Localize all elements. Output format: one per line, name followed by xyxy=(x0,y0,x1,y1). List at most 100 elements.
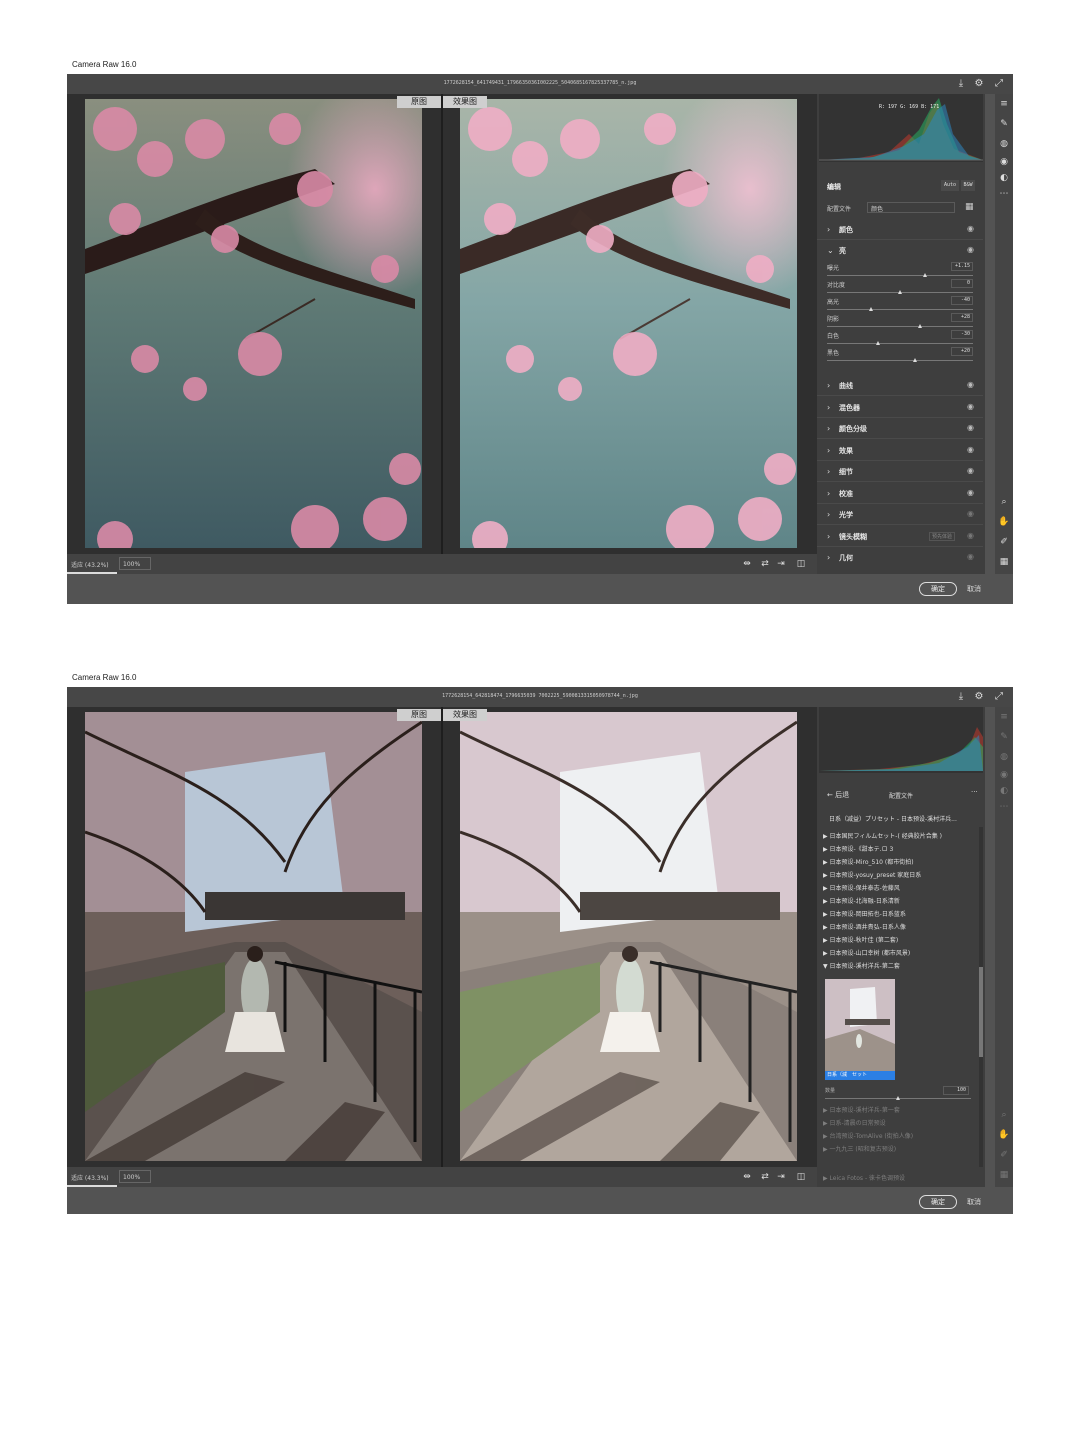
slider-row[interactable]: 曝光 +1.15 xyxy=(827,262,973,280)
preset-group[interactable]: ▶ 日本预设-秋叶佳 (第二套) xyxy=(823,935,979,944)
section-lens-blur[interactable]: › 镜头模糊 预先体验 ◉ xyxy=(817,527,983,547)
before-after-icon[interactable]: ◫ xyxy=(795,1171,807,1183)
red-eye-icon[interactable]: ◉ xyxy=(998,156,1010,168)
eye-icon[interactable]: ◉ xyxy=(967,509,974,518)
section-curve[interactable]: › 曲线 ◉ xyxy=(817,376,983,396)
ok-button[interactable]: 确定 xyxy=(919,1195,957,1209)
slider-row[interactable]: 黑色 +20 xyxy=(827,347,973,365)
before-after-icon[interactable]: ◫ xyxy=(795,558,807,570)
section-calibration[interactable]: › 校准 ◉ xyxy=(817,484,983,504)
more-icon[interactable]: ⋯ xyxy=(998,188,1010,200)
section-geometry[interactable]: › 几何 ◉ xyxy=(817,548,983,568)
preset-group[interactable]: ▼ 日本预设-溪村洋兵-第二套 xyxy=(823,961,979,970)
slider-handle[interactable] xyxy=(922,273,927,277)
eye-icon[interactable]: ◉ xyxy=(967,445,974,454)
slider-value[interactable]: +28 xyxy=(951,313,973,322)
preset-thumbnail[interactable] xyxy=(825,979,895,1079)
compare-mode-icon[interactable]: ⇹ xyxy=(741,1171,753,1183)
preset-group[interactable]: ▶ 日本预设-Miro_510 (都市街拍) xyxy=(823,857,979,866)
more-icon[interactable]: ⋯ xyxy=(998,801,1010,813)
preset-group[interactable]: ▶ 日本预设-北海融-日系清新 xyxy=(823,896,979,905)
before-toggle[interactable]: 原图 xyxy=(397,709,441,721)
slider-row[interactable]: 高光 -40 xyxy=(827,296,973,314)
slider-value[interactable]: +20 xyxy=(951,347,973,356)
section-effects[interactable]: › 效果 ◉ xyxy=(817,441,983,461)
section-color-grading[interactable]: › 颜色分级 ◉ xyxy=(817,419,983,439)
amount-slider[interactable]: 数量 100 xyxy=(825,1086,975,1101)
zoom-select[interactable]: 100% xyxy=(119,1170,151,1183)
zoom-select[interactable]: 100% xyxy=(119,557,151,570)
hand-icon[interactable]: ✋ xyxy=(998,516,1010,528)
profile-select[interactable]: 颜色 xyxy=(867,202,955,213)
grid-icon[interactable]: ▦ xyxy=(998,556,1010,568)
preset-group[interactable]: ▶ 日本预设-岡田拓也-日系蓝系 xyxy=(823,909,979,918)
slider-value[interactable]: 0 xyxy=(951,279,973,288)
preset-group[interactable]: ▶ 日本预设-保井泰志-佐藤风 xyxy=(823,883,979,892)
slider-handle[interactable] xyxy=(868,307,873,311)
eye-icon[interactable]: ◉ xyxy=(967,224,974,233)
slider-track[interactable] xyxy=(827,360,973,361)
eye-icon[interactable]: ◉ xyxy=(967,245,974,254)
preset-group[interactable]: ▶ 台湾预设-TomAlive (街拍人像) xyxy=(823,1131,979,1140)
slider-value[interactable]: +1.15 xyxy=(951,262,973,271)
profile-browser-icon[interactable]: ▦ xyxy=(965,202,974,212)
slider-track[interactable] xyxy=(827,343,973,344)
cancel-button[interactable]: 取消 xyxy=(967,1197,981,1207)
after-toggle[interactable]: 效果图 xyxy=(443,96,487,108)
slider-handle[interactable] xyxy=(912,358,917,362)
section-detail[interactable]: › 细节 ◉ xyxy=(817,462,983,482)
sampler-icon[interactable]: ✐ xyxy=(998,536,1010,548)
slider-handle[interactable] xyxy=(896,1096,900,1100)
preset-group[interactable]: ▶ 日本预设-溪村洋兵-第一套 xyxy=(823,1105,979,1114)
masking-icon[interactable]: ◍ xyxy=(998,751,1010,763)
copy-settings-icon[interactable]: ⇥ xyxy=(775,558,787,570)
compare-mode-icon[interactable]: ⇹ xyxy=(741,558,753,570)
section-mixer[interactable]: › 混色器 ◉ xyxy=(817,398,983,418)
slider-handle[interactable] xyxy=(898,290,902,294)
section-light[interactable]: ⌄ 亮 ◉ xyxy=(817,241,983,261)
section-optics[interactable]: › 光学 ◉ xyxy=(817,505,983,525)
red-eye-icon[interactable]: ◉ xyxy=(998,769,1010,781)
eye-icon[interactable]: ◉ xyxy=(967,402,974,411)
fullscreen-icon[interactable]: ⤢ xyxy=(993,691,1005,703)
slider-track[interactable] xyxy=(827,309,973,310)
healing-icon[interactable]: ✎ xyxy=(998,118,1010,130)
save-icon[interactable]: ⤓ xyxy=(955,691,967,703)
preset-group[interactable]: ▶ 日本预设-山口幸树 (都市风景) xyxy=(823,948,979,957)
amount-value[interactable]: 100 xyxy=(943,1086,969,1095)
compare-divider[interactable] xyxy=(441,707,443,1167)
healing-icon[interactable]: ✎ xyxy=(998,731,1010,743)
zoom-icon[interactable]: ⌕ xyxy=(998,496,1010,508)
cancel-button[interactable]: 取消 xyxy=(967,584,981,594)
preset-group[interactable]: ▶ 日本预设-yosuy_preset 家庭日系 xyxy=(823,870,979,879)
eye-icon[interactable]: ◉ xyxy=(967,423,974,432)
slider-row[interactable]: 阴影 +28 xyxy=(827,313,973,331)
eye-icon[interactable]: ◉ xyxy=(967,466,974,475)
section-color[interactable]: › 颜色 ◉ xyxy=(817,220,983,240)
gear-icon[interactable]: ⚙ xyxy=(973,78,985,90)
eye-icon[interactable]: ◉ xyxy=(967,488,974,497)
slider-value[interactable]: -40 xyxy=(951,296,973,305)
preset-group[interactable]: ▶ Leica Fotos - 徕卡色调预设 xyxy=(823,1173,979,1182)
ok-button[interactable]: 确定 xyxy=(919,582,957,596)
eye-icon[interactable]: ◉ xyxy=(967,552,974,561)
slider-value[interactable]: -30 xyxy=(951,330,973,339)
slider-track[interactable] xyxy=(827,326,973,327)
slider-handle[interactable] xyxy=(918,324,923,328)
before-toggle[interactable]: 原图 xyxy=(397,96,441,108)
eye-icon[interactable]: ◉ xyxy=(967,380,974,389)
more-icon[interactable]: ··· xyxy=(971,788,978,796)
back-button[interactable]: ← 后退 xyxy=(827,790,849,800)
edit-tool-icon[interactable]: ≡ xyxy=(998,98,1010,110)
preset-group[interactable]: ▶ 日本国民フィルムセット-( 经典胶片合集 ) xyxy=(823,831,979,840)
preset-group[interactable]: ▶ 一九九三 (昭和复古预设) xyxy=(823,1144,979,1153)
save-icon[interactable]: ⤓ xyxy=(955,78,967,90)
slider-handle[interactable] xyxy=(876,341,881,345)
presets-icon[interactable]: ◐ xyxy=(998,785,1010,797)
scrollbar[interactable] xyxy=(979,827,983,1167)
preset-group[interactable]: ▶ 日本预设-酒井貴弘-日系人像 xyxy=(823,922,979,931)
scrollbar-thumb[interactable] xyxy=(979,967,983,1057)
grid-icon[interactable]: ▦ xyxy=(998,1169,1010,1181)
masking-icon[interactable]: ◍ xyxy=(998,138,1010,150)
presets-icon[interactable]: ◐ xyxy=(998,172,1010,184)
